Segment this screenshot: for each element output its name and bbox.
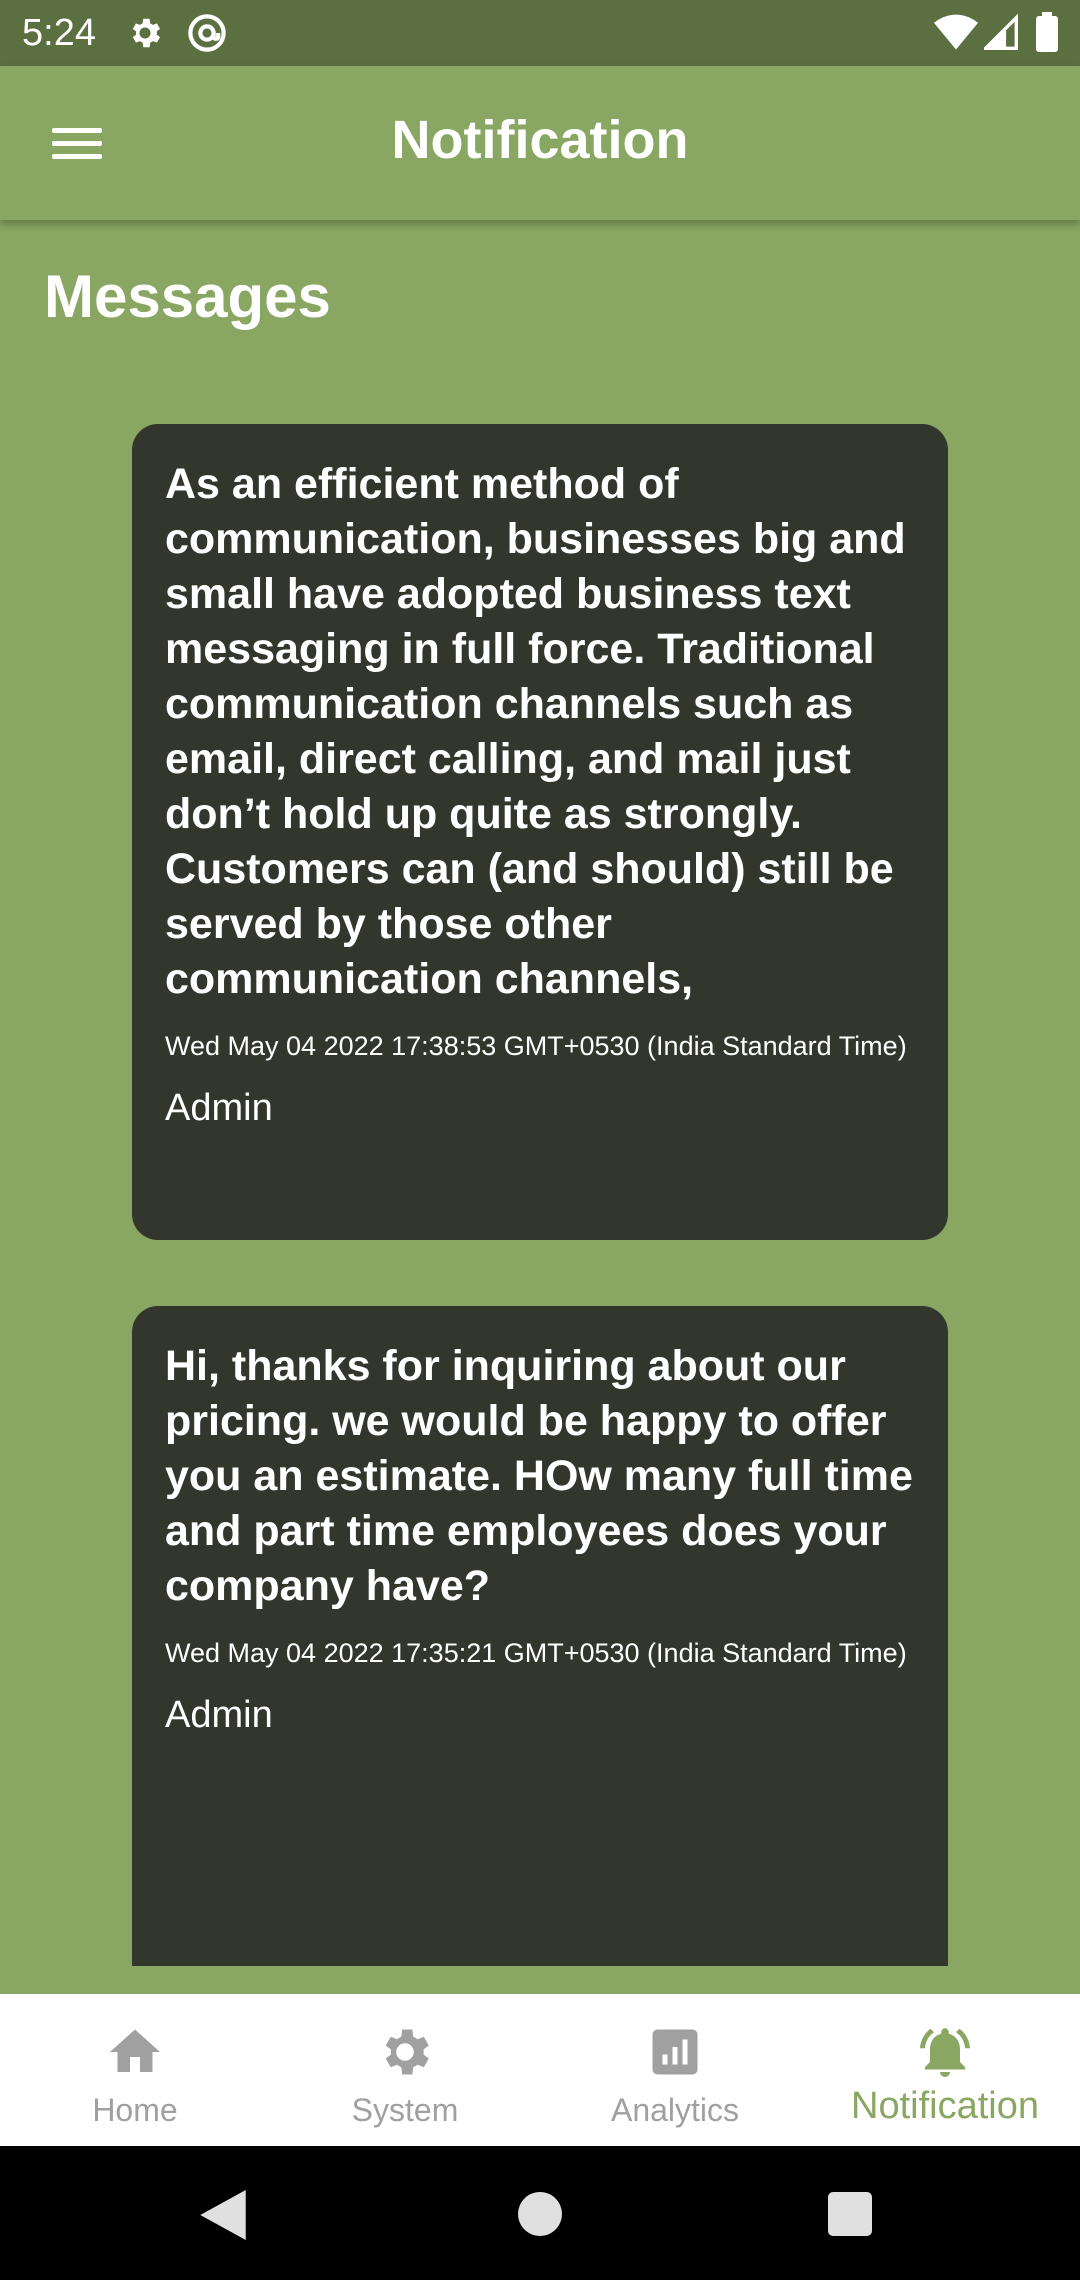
nav-label: System bbox=[351, 2092, 459, 2128]
message-body: Hi, thanks for inquiring about our prici… bbox=[165, 1342, 913, 1610]
message-body: As an efficient method of communication,… bbox=[165, 460, 906, 1003]
message-card[interactable]: Hi, thanks for inquiring about our prici… bbox=[132, 1306, 948, 1966]
message-card[interactable]: As an efficient method of communication,… bbox=[132, 424, 948, 1240]
wifi-icon bbox=[934, 14, 978, 50]
message-author: Admin bbox=[165, 1087, 273, 1129]
home-button-icon[interactable] bbox=[518, 2192, 562, 2236]
bar-chart-icon bbox=[652, 2029, 698, 2075]
system-navigation-bar bbox=[0, 2146, 1080, 2280]
message-timestamp: Wed May 04 2022 17:35:21 GMT+0530 (India… bbox=[165, 1638, 907, 1668]
nav-label: Home bbox=[92, 2092, 178, 2128]
at-sign-icon bbox=[188, 14, 226, 52]
section-title: Messages bbox=[44, 263, 331, 330]
battery-icon bbox=[1036, 12, 1058, 52]
nav-item-system[interactable]: System bbox=[270, 1994, 540, 2146]
cell-signal-icon bbox=[984, 14, 1018, 50]
nav-label: Notification bbox=[851, 2085, 1039, 2127]
message-author: Admin bbox=[165, 1694, 273, 1736]
gear-icon bbox=[385, 2029, 429, 2075]
gear-icon bbox=[132, 18, 161, 48]
app-bar: Notification bbox=[0, 66, 1080, 220]
nav-label: Analytics bbox=[610, 2092, 740, 2128]
home-icon bbox=[110, 2029, 160, 2072]
nav-item-home[interactable]: Home bbox=[0, 1994, 270, 2146]
status-bar: 5:24 bbox=[0, 0, 1080, 66]
recent-apps-icon[interactable] bbox=[828, 2192, 872, 2236]
nav-item-notification[interactable]: Notification bbox=[810, 1994, 1080, 2146]
status-time: 5:24 bbox=[22, 12, 96, 54]
back-icon[interactable] bbox=[200, 2190, 246, 2240]
page-title: Notification bbox=[391, 110, 689, 170]
bell-icon bbox=[920, 2028, 970, 2077]
nav-item-analytics[interactable]: Analytics bbox=[540, 1994, 810, 2146]
message-timestamp: Wed May 04 2022 17:38:53 GMT+0530 (India… bbox=[165, 1031, 907, 1061]
bottom-navigation: Home System Analytics Notification bbox=[0, 1994, 1080, 2146]
